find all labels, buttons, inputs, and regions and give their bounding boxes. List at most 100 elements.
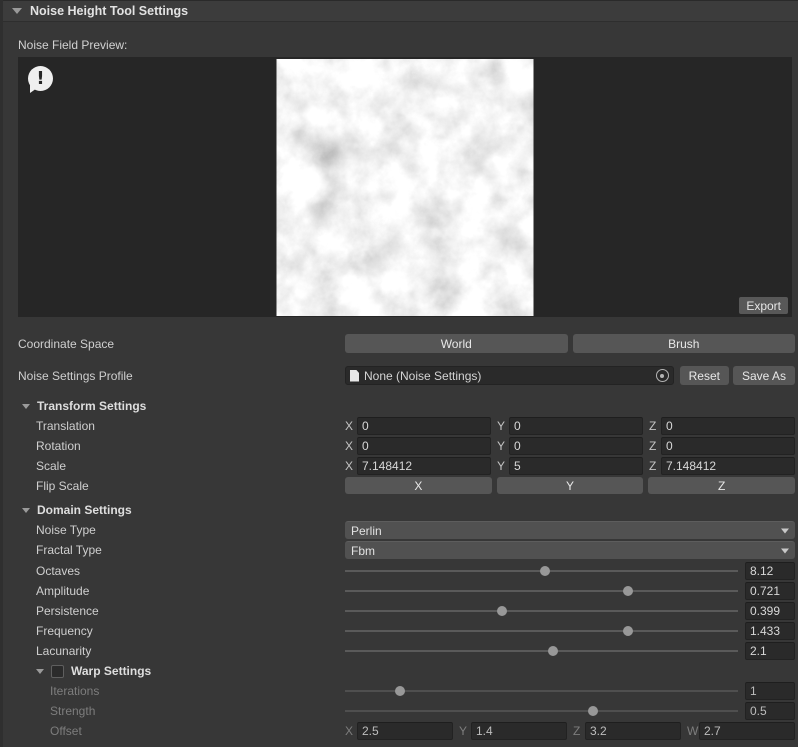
tool-settings-header[interactable]: Noise Height Tool Settings xyxy=(0,0,798,22)
octaves-slider[interactable] xyxy=(345,562,738,579)
domain-settings-title: Domain Settings xyxy=(37,503,132,517)
z-axis-prefix: Z xyxy=(649,459,658,473)
amplitude-value-field[interactable]: 0.721 xyxy=(745,582,795,600)
transform-settings-header[interactable]: Transform Settings xyxy=(0,398,798,414)
offset-y-field[interactable]: 1.4 xyxy=(471,722,567,740)
y-axis-prefix: Y xyxy=(497,439,506,453)
iterations-slider[interactable] xyxy=(345,683,738,700)
translation-row: Translation X0 Y0 Z0 xyxy=(0,417,798,434)
slider-thumb[interactable] xyxy=(623,586,633,596)
rotation-label: Rotation xyxy=(18,439,345,453)
lacunarity-value-field[interactable]: 2.1 xyxy=(745,642,795,660)
warp-settings-checkbox[interactable] xyxy=(51,665,64,678)
fractal-type-label: Fractal Type xyxy=(18,543,345,557)
persistence-label: Persistence xyxy=(18,604,345,618)
foldout-triangle-icon[interactable] xyxy=(12,8,22,14)
slider-thumb[interactable] xyxy=(540,566,550,576)
warp-settings-title: Warp Settings xyxy=(71,664,151,678)
slider-track xyxy=(345,590,738,592)
strength-slider[interactable] xyxy=(345,703,738,720)
coordinate-space-world-button[interactable]: World xyxy=(345,334,568,353)
noise-settings-profile-object-field[interactable]: None (Noise Settings) xyxy=(345,366,674,385)
offset-w-field[interactable]: 2.7 xyxy=(699,722,795,740)
offset-row: Offset X2.5 Y1.4 Z3.2 W2.7 xyxy=(0,723,798,739)
strength-value-field[interactable]: 0.5 xyxy=(745,702,795,720)
noise-type-label: Noise Type xyxy=(18,523,345,537)
scale-y-field[interactable]: 5 xyxy=(509,457,643,475)
iterations-value-field[interactable]: 1 xyxy=(745,682,795,700)
domain-settings-header[interactable]: Domain Settings xyxy=(0,502,798,518)
fractal-type-row: Fractal Type Fbm xyxy=(0,541,798,559)
frequency-value-field[interactable]: 1.433 xyxy=(745,622,795,640)
z-axis-prefix: Z xyxy=(649,439,658,453)
save-as-button[interactable]: Save As xyxy=(733,366,795,385)
lacunarity-slider[interactable] xyxy=(345,642,738,659)
chevron-down-icon xyxy=(781,528,789,533)
offset-z-field[interactable]: 3.2 xyxy=(585,722,681,740)
slider-thumb[interactable] xyxy=(395,686,405,696)
persistence-slider[interactable] xyxy=(345,602,738,619)
flip-scale-y-button[interactable]: Y xyxy=(497,477,644,494)
flip-scale-x-button[interactable]: X xyxy=(345,477,492,494)
y-axis-prefix: Y xyxy=(497,459,506,473)
fractal-type-dropdown[interactable]: Fbm xyxy=(345,541,795,559)
coordinate-space-brush-button[interactable]: Brush xyxy=(573,334,796,353)
page-title: Noise Height Tool Settings xyxy=(30,4,188,18)
translation-label: Translation xyxy=(18,419,345,433)
persistence-value-field[interactable]: 0.399 xyxy=(745,602,795,620)
flip-scale-z-button[interactable]: Z xyxy=(648,477,795,494)
noise-type-dropdown[interactable]: Perlin xyxy=(345,521,795,539)
lacunarity-row: Lacunarity 2.1 xyxy=(0,642,798,659)
translation-z-field[interactable]: 0 xyxy=(661,417,795,435)
panel-left-edge xyxy=(0,0,3,747)
strength-row: Strength 0.5 xyxy=(0,703,798,719)
slider-track xyxy=(345,710,738,712)
coordinate-space-label: Coordinate Space xyxy=(18,337,345,351)
noise-field-preview-label: Noise Field Preview: xyxy=(18,38,798,53)
rotation-y-field[interactable]: 0 xyxy=(509,437,643,455)
slider-thumb[interactable] xyxy=(497,606,507,616)
foldout-triangle-icon[interactable] xyxy=(22,508,30,513)
document-icon xyxy=(350,370,359,382)
flip-scale-label: Flip Scale xyxy=(18,479,345,493)
amplitude-label: Amplitude xyxy=(18,584,345,598)
object-field-value: None (Noise Settings) xyxy=(364,369,652,383)
scale-row: Scale X7.148412 Y5 Z7.148412 xyxy=(0,457,798,474)
amplitude-slider[interactable] xyxy=(345,582,738,599)
scale-x-field[interactable]: 7.148412 xyxy=(357,457,491,475)
octaves-value-field[interactable]: 8.12 xyxy=(745,562,795,580)
noise-settings-profile-label: Noise Settings Profile xyxy=(18,369,345,383)
translation-y-field[interactable]: 0 xyxy=(509,417,643,435)
iterations-label: Iterations xyxy=(18,684,345,698)
noise-texture-preview xyxy=(277,59,534,316)
translation-x-field[interactable]: 0 xyxy=(357,417,491,435)
coordinate-space-row: Coordinate Space World Brush xyxy=(0,334,798,353)
foldout-triangle-icon[interactable] xyxy=(22,404,30,409)
rotation-x-field[interactable]: 0 xyxy=(357,437,491,455)
scale-z-field[interactable]: 7.148412 xyxy=(661,457,795,475)
warp-settings-header[interactable]: Warp Settings xyxy=(0,663,798,679)
transform-settings-title: Transform Settings xyxy=(37,399,146,413)
y-axis-prefix: Y xyxy=(497,419,506,433)
noise-settings-profile-row: Noise Settings Profile None (Noise Setti… xyxy=(0,366,798,385)
w-axis-prefix: W xyxy=(687,724,696,738)
y-axis-prefix: Y xyxy=(459,724,468,738)
slider-thumb[interactable] xyxy=(548,646,558,656)
noise-type-row: Noise Type Perlin xyxy=(0,521,798,539)
iterations-row: Iterations 1 xyxy=(0,683,798,699)
scale-label: Scale xyxy=(18,459,345,473)
slider-thumb[interactable] xyxy=(588,706,598,716)
slider-track xyxy=(345,610,738,612)
amplitude-row: Amplitude 0.721 xyxy=(0,582,798,599)
rotation-z-field[interactable]: 0 xyxy=(661,437,795,455)
object-picker-icon[interactable] xyxy=(656,369,669,382)
fractal-type-value: Fbm xyxy=(351,544,375,558)
frequency-slider[interactable] xyxy=(345,622,738,639)
slider-track xyxy=(345,630,738,632)
export-button[interactable]: Export xyxy=(739,297,788,314)
x-axis-prefix: X xyxy=(345,459,354,473)
offset-x-field[interactable]: 2.5 xyxy=(357,722,453,740)
foldout-triangle-icon[interactable] xyxy=(36,669,44,674)
slider-thumb[interactable] xyxy=(623,626,633,636)
reset-button[interactable]: Reset xyxy=(680,366,729,385)
